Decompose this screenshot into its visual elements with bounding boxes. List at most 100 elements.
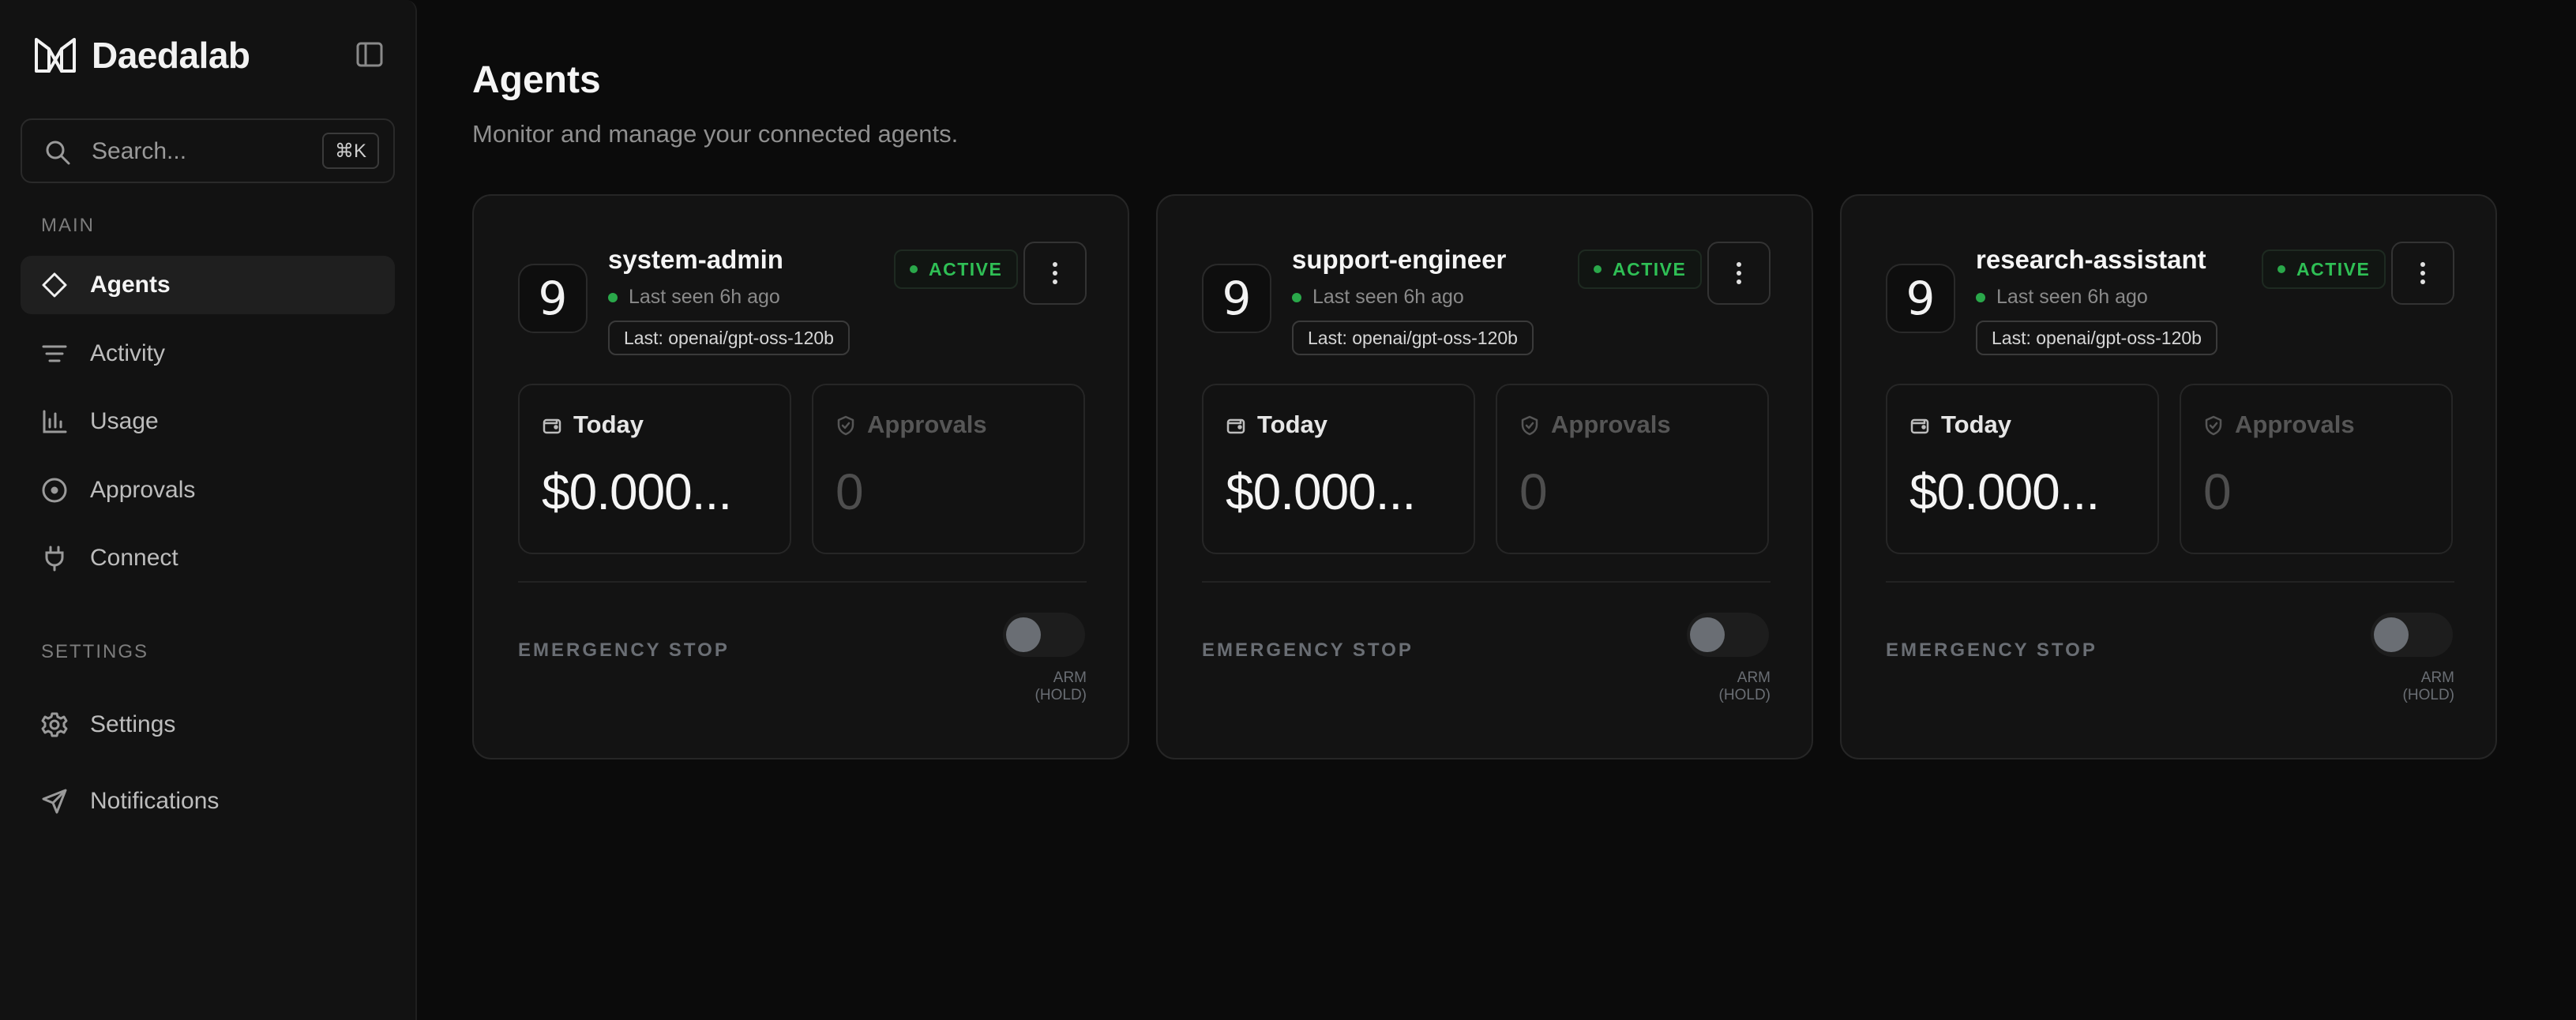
sidebar-item-notifications[interactable]: Notifications (21, 772, 395, 831)
shield-check-icon (1521, 415, 1538, 436)
model-badge: Last: openai/gpt-oss-120b (608, 321, 850, 355)
more-options-button[interactable] (2391, 242, 2454, 305)
stat-value: $0.000... (542, 463, 732, 520)
arm-hold-label: ARM (HOLD) (2402, 669, 2454, 703)
sidebar-item-label: Usage (90, 408, 159, 434)
sidebar-item-activity[interactable]: Activity (21, 324, 395, 383)
more-vertical-icon (1737, 262, 1741, 284)
today-cost-stat: Today $0.000... (1202, 384, 1475, 554)
emergency-stop-toggle[interactable] (1003, 613, 1085, 657)
last-seen: Last seen 6h ago (608, 286, 780, 309)
sidebar-item-label: Agents (90, 272, 171, 298)
online-dot-icon (1976, 292, 1985, 302)
status-badge: ACTIVE (2262, 249, 2386, 289)
emergency-stop-label: EMERGENCY STOP (1202, 639, 1414, 661)
status-text: ACTIVE (2296, 258, 2371, 279)
status-badge: ACTIVE (1578, 249, 1703, 289)
agent-card[interactable]: 9 support-engineer Last seen 6h ago Last… (1156, 194, 1813, 759)
more-vertical-icon (2420, 262, 2425, 284)
last-seen: Last seen 6h ago (1976, 286, 2148, 309)
wallet-icon (1910, 418, 1929, 434)
page-subtitle: Monitor and manage your connected agents… (472, 120, 959, 148)
emergency-stop-label: EMERGENCY STOP (518, 639, 730, 661)
arm-hold-label: ARM (HOLD) (1718, 669, 1771, 703)
circle-dot-icon (42, 478, 67, 503)
more-options-button[interactable] (1707, 242, 1771, 305)
approvals-stat: Approvals 0 (1496, 384, 1769, 554)
divider (1202, 581, 1771, 583)
stat-value: $0.000... (1226, 463, 1416, 520)
sidebar-item-label: Approvals (90, 477, 196, 503)
divider (518, 581, 1087, 583)
status-text: ACTIVE (929, 258, 1003, 279)
stat-label: Approvals (867, 411, 987, 438)
search-icon (46, 141, 70, 165)
search-input[interactable] (92, 134, 329, 169)
last-seen-text: Last seen 6h ago (1312, 286, 1464, 308)
send-icon (42, 789, 67, 814)
agent-card[interactable]: 9 system-admin Last seen 6h ago Last: op… (472, 194, 1129, 759)
emergency-stop-toggle[interactable] (1687, 613, 1769, 657)
toggle-knob (2374, 617, 2409, 652)
filter-lines-icon (42, 345, 67, 362)
toggle-knob (1690, 617, 1725, 652)
wallet-icon (543, 418, 561, 434)
shield-check-icon (2205, 415, 2222, 436)
agent-card[interactable]: 9 research-assistant Last seen 6h ago La… (1840, 194, 2497, 759)
search-box[interactable]: ⌘K (21, 118, 395, 183)
status-dot-icon (1594, 265, 1602, 273)
app-name: Daedalab (92, 35, 250, 76)
more-options-button[interactable] (1023, 242, 1087, 305)
stat-value: 0 (1519, 463, 1548, 520)
stat-label: Approvals (2235, 411, 2355, 438)
agent-name: research-assistant (1976, 245, 2206, 274)
agent-name: system-admin (608, 245, 783, 274)
sidebar-item-usage[interactable]: Usage (21, 392, 395, 451)
page-title: Agents (472, 59, 601, 101)
sidebar-item-label: Connect (90, 545, 178, 571)
sidebar: Daedalab ⌘K MAIN Agents Activity (0, 0, 417, 1020)
status-badge: ACTIVE (894, 249, 1019, 289)
today-cost-stat: Today $0.000... (518, 384, 791, 554)
sidebar-item-connect[interactable]: Connect (21, 529, 395, 587)
emergency-stop-toggle[interactable] (2371, 613, 2453, 657)
plug-icon (45, 546, 64, 572)
stat-label: Today (573, 411, 644, 438)
agent-avatar: 9 (1202, 264, 1271, 333)
approvals-stat: Approvals 0 (812, 384, 1085, 554)
section-label-main: MAIN (41, 215, 95, 236)
today-cost-stat: Today $0.000... (1886, 384, 2159, 554)
agent-avatar: 9 (518, 264, 588, 333)
sidebar-item-agents[interactable]: Agents (21, 256, 395, 314)
stat-value: 0 (2203, 463, 2232, 520)
bar-chart-icon (43, 410, 67, 433)
agent-avatar: 9 (1886, 264, 1955, 333)
sidebar-item-label: Settings (90, 711, 176, 737)
diamond-icon (42, 272, 67, 298)
online-dot-icon (1292, 292, 1301, 302)
brand[interactable]: Daedalab (32, 32, 250, 79)
arm-hold-label: ARM (HOLD) (1035, 669, 1087, 703)
stat-value: 0 (836, 463, 864, 520)
divider (1886, 581, 2454, 583)
more-vertical-icon (1053, 262, 1057, 284)
wallet-icon (1226, 418, 1245, 434)
section-label-settings: SETTINGS (41, 641, 149, 662)
model-badge: Last: openai/gpt-oss-120b (1976, 321, 2217, 355)
approvals-stat: Approvals 0 (2180, 384, 2453, 554)
sidebar-item-settings[interactable]: Settings (21, 696, 395, 754)
sidebar-item-label: Notifications (90, 788, 220, 814)
status-dot-icon (910, 265, 918, 273)
sidebar-item-approvals[interactable]: Approvals (21, 461, 395, 519)
stat-label: Today (1941, 411, 2011, 438)
status-dot-icon (2277, 265, 2285, 273)
sidebar-toggle-icon[interactable] (355, 41, 384, 68)
emergency-stop-label: EMERGENCY STOP (1886, 639, 2097, 661)
shield-check-icon (837, 415, 854, 436)
status-text: ACTIVE (1613, 258, 1687, 279)
last-seen-text: Last seen 6h ago (629, 286, 780, 308)
agent-name: support-engineer (1292, 245, 1507, 274)
last-seen: Last seen 6h ago (1292, 286, 1464, 309)
online-dot-icon (608, 292, 618, 302)
gear-icon (41, 712, 68, 737)
